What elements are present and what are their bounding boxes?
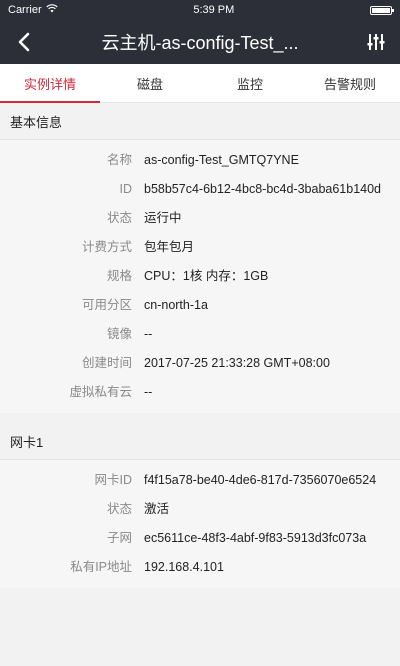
detail-row-billing: 计费方式 包年包月	[0, 233, 400, 262]
detail-row-subnet: 子网 ec5611ce-48f3-4abf-9f83-5913d3fc073a	[0, 524, 400, 553]
row-value: CPU：1核 内存：1GB	[144, 269, 269, 283]
nic-section: 网卡ID f4f15a78-be40-4de6-817d-7356070e652…	[0, 460, 400, 588]
row-label: 虚拟私有云	[69, 385, 132, 399]
section-gap	[0, 413, 400, 423]
detail-row-spec: 规格 CPU：1核 内存：1GB	[0, 262, 400, 291]
row-value: f4f15a78-be40-4de6-817d-7356070e6524	[144, 473, 377, 487]
back-button[interactable]	[12, 30, 36, 54]
row-value: cn-north-1a	[144, 298, 208, 312]
top-bar: Carrier 5:39 PM 云主机-as-config-Test_...	[0, 0, 400, 64]
row-label: 私有IP地址	[70, 560, 132, 574]
row-label: 名称	[106, 153, 132, 167]
clock: 5:39 PM	[193, 4, 235, 16]
tab-bar: 实例详情 磁盘 监控 告警规则	[0, 64, 400, 103]
basic-info-section: 名称 as-config-Test_GMTQ7YNE ID b58b57c4-6…	[0, 140, 400, 413]
status-left: Carrier	[8, 4, 58, 16]
row-label: 计费方式	[81, 240, 132, 254]
tab-alarm-rules[interactable]: 告警规则	[300, 64, 400, 102]
row-label: ID	[119, 182, 133, 196]
detail-row-status: 状态 运行中	[0, 204, 400, 233]
tab-monitoring[interactable]: 监控	[200, 64, 300, 102]
row-value: --	[144, 385, 153, 399]
row-value: 2017-07-25 21:33:28 GMT+08:00	[144, 356, 330, 370]
row-label: 可用分区	[81, 298, 132, 312]
detail-row-created: 创建时间 2017-07-25 21:33:28 GMT+08:00	[0, 349, 400, 378]
page-title: 云主机-as-config-Test_...	[101, 33, 299, 53]
section-header-basic-info: 基本信息	[0, 103, 400, 140]
row-value: 192.168.4.101	[144, 560, 224, 574]
row-value: 运行中	[144, 211, 182, 225]
detail-row-nic-status: 状态 激活	[0, 495, 400, 524]
row-value: ec5611ce-48f3-4abf-9f83-5913d3fc073a	[144, 531, 367, 545]
detail-row-private-ip: 私有IP地址 192.168.4.101	[0, 553, 400, 582]
detail-row-image: 镜像 --	[0, 320, 400, 349]
detail-row-name: 名称 as-config-Test_GMTQ7YNE	[0, 146, 400, 175]
detail-row-zone: 可用分区 cn-north-1a	[0, 291, 400, 320]
chevron-left-icon	[18, 32, 30, 52]
row-label: 镜像	[106, 327, 132, 341]
row-label: 网卡ID	[94, 473, 132, 487]
status-bar: Carrier 5:39 PM	[0, 0, 400, 20]
row-label: 创建时间	[81, 356, 132, 370]
row-value: 激活	[144, 502, 170, 516]
row-value: b58b57c4-6b12-4bc8-bc4d-3baba61b140d	[144, 182, 382, 196]
nav-bar: 云主机-as-config-Test_...	[0, 20, 400, 64]
filter-button[interactable]	[364, 30, 388, 54]
row-label: 子网	[106, 531, 132, 545]
row-label: 规格	[106, 269, 132, 283]
row-label: 状态	[106, 211, 132, 225]
battery-icon	[370, 5, 394, 15]
detail-row-vpc: 虚拟私有云 --	[0, 378, 400, 407]
section-header-nic: 网卡1	[0, 423, 400, 460]
detail-row-id: ID b58b57c4-6b12-4bc8-bc4d-3baba61b140d	[0, 175, 400, 204]
row-label: 状态	[106, 502, 132, 516]
sliders-icon	[367, 34, 385, 50]
tab-disk[interactable]: 磁盘	[100, 64, 200, 102]
detail-row-nic-id: 网卡ID f4f15a78-be40-4de6-817d-7356070e652…	[0, 466, 400, 495]
tab-instance-details[interactable]: 实例详情	[0, 64, 100, 103]
row-value: as-config-Test_GMTQ7YNE	[144, 153, 299, 167]
row-value: --	[144, 327, 153, 341]
row-value: 包年包月	[144, 240, 195, 254]
carrier-label: Carrier	[8, 4, 42, 16]
wifi-icon	[46, 4, 58, 16]
